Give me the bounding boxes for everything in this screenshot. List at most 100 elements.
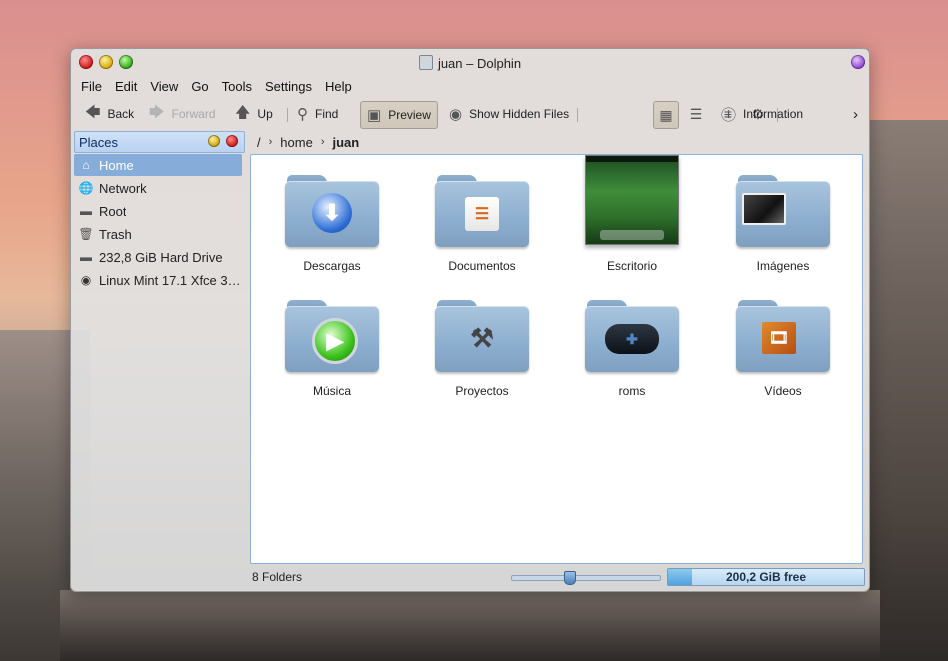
hidden-files-icon: ◉: [449, 106, 463, 123]
folder-item-documentos[interactable]: ☰ Documentos: [417, 155, 547, 273]
place-item-root[interactable]: ▬ Root: [74, 200, 242, 222]
place-item-linux-mint[interactable]: ◉ Linux Mint 17.1 Xfce 3…: [74, 269, 242, 291]
music-icon: ▶: [312, 318, 358, 364]
zoom-slider-handle[interactable]: [564, 571, 576, 585]
drive-icon: ▬: [80, 250, 92, 264]
tools-icon: ⚒: [470, 322, 494, 353]
free-space-text: 200,2 GiB free: [725, 570, 807, 584]
titlebar: juan – Dolphin: [71, 49, 869, 77]
window-menu-button[interactable]: [851, 55, 865, 69]
place-label: Linux Mint 17.1 Xfce 3…: [99, 272, 241, 288]
information-label: Information: [743, 107, 804, 121]
download-icon: ⬇: [312, 193, 352, 233]
find-label: Find: [315, 107, 339, 121]
information-button[interactable]: ⓘ Information: [721, 103, 803, 125]
place-label: Home: [99, 157, 134, 173]
forward-label: Forward: [171, 107, 216, 121]
toolbar-separator: [287, 108, 288, 122]
network-icon: 🌐: [78, 181, 94, 195]
toolbar-overflow-button[interactable]: ›: [853, 103, 858, 125]
chevron-right-icon[interactable]: ›: [269, 136, 273, 148]
places-close-button[interactable]: [226, 135, 238, 147]
folder-label: Imágenes: [756, 259, 810, 273]
folder-label: Proyectos: [455, 384, 509, 398]
gamepad-icon: ✚: [605, 324, 659, 354]
places-panel: Places ⌂ Home 🌐 Network ▬ Root 🗑 Trash ▬ 232,…: [74, 131, 245, 551]
folder-label: Documentos: [448, 259, 516, 273]
menu-settings[interactable]: Settings: [265, 79, 312, 97]
folder-label: Música: [312, 384, 351, 398]
places-title: Places: [79, 135, 119, 150]
desktop-preview: [585, 155, 679, 245]
menu-go[interactable]: Go: [191, 79, 208, 97]
arrow-left-icon: 🡄: [85, 103, 101, 121]
place-label: 232,8 GiB Hard Drive: [99, 249, 223, 265]
grid-icon: ▦: [659, 106, 673, 123]
forward-button[interactable]: 🡆 Forward: [149, 103, 216, 125]
arrow-up-icon: 🡅: [235, 103, 251, 121]
menu-edit[interactable]: Edit: [115, 79, 137, 97]
show-hidden-files-button[interactable]: ◉ Show Hidden Files: [449, 103, 569, 125]
place-label: Network: [99, 180, 147, 196]
breadcrumb-home[interactable]: home: [280, 135, 313, 150]
toolbar-separator: [577, 108, 578, 122]
folder-item-proyectos[interactable]: ⚒ Proyectos: [417, 280, 547, 398]
places-float-button[interactable]: [208, 135, 220, 147]
menubar: File Edit View Go Tools Settings Help: [81, 79, 365, 97]
find-button[interactable]: ⚲ Find: [297, 103, 338, 125]
folder-item-roms[interactable]: ✚ roms: [567, 280, 697, 398]
chevron-right-icon[interactable]: ›: [321, 136, 325, 148]
status-text: 8 Folders: [252, 570, 303, 584]
folder-label: Descargas: [303, 259, 361, 273]
places-header: Places: [74, 131, 245, 153]
back-label: Back: [107, 107, 135, 121]
folder-icon: ✚: [585, 300, 679, 374]
disc-icon: ◉: [80, 273, 92, 287]
place-item-hard-drive[interactable]: ▬ 232,8 GiB Hard Drive: [74, 246, 242, 268]
menu-help[interactable]: Help: [325, 79, 352, 97]
breadcrumb: / › home › juan: [257, 134, 359, 150]
breadcrumb-current[interactable]: juan: [333, 135, 360, 150]
documents-icon: ☰: [465, 197, 499, 231]
folder-icon: ⬇: [285, 175, 379, 249]
folder-view[interactable]: ⬇ Descargas ☰ Documentos Escritorio Imág…: [250, 154, 863, 564]
statusbar: 8 Folders 200,2 GiB free: [250, 567, 865, 587]
menu-view[interactable]: View: [150, 79, 178, 97]
chevron-right-icon: ›: [853, 105, 858, 123]
image-icon: ▣: [367, 107, 382, 124]
preview-button[interactable]: ▣ Preview: [360, 101, 438, 129]
place-item-home[interactable]: ⌂ Home: [74, 154, 242, 176]
folder-icon: ▶: [285, 300, 379, 374]
place-item-network[interactable]: 🌐 Network: [74, 177, 242, 199]
folder-item-videos[interactable]: 🎞 Vídeos: [718, 280, 848, 398]
folder-icon: [736, 175, 830, 249]
background-cliff-bottom: [60, 590, 880, 661]
info-icon: ⓘ: [721, 106, 737, 124]
folder-label: Vídeos: [764, 384, 802, 398]
preview-label: Preview: [388, 108, 431, 122]
folder-icon: 🎞: [736, 300, 830, 374]
up-button[interactable]: 🡅 Up: [235, 103, 273, 125]
back-button[interactable]: 🡄 Back: [85, 103, 134, 125]
show-hidden-label: Show Hidden Files: [469, 107, 570, 121]
folder-item-escritorio[interactable]: Escritorio: [567, 155, 697, 273]
background-cliff-right: [868, 120, 948, 661]
icons-view-button[interactable]: ▦: [653, 101, 679, 129]
place-item-trash[interactable]: 🗑 Trash: [74, 223, 242, 245]
place-label: Root: [99, 203, 127, 219]
folder-item-musica[interactable]: ▶ Música: [267, 280, 397, 398]
compact-view-button[interactable]: ☰: [683, 101, 709, 127]
folder-label: Escritorio: [606, 259, 657, 273]
folder-icon: ⚒: [435, 300, 529, 374]
menu-file[interactable]: File: [81, 79, 102, 97]
folder-item-imagenes[interactable]: Imágenes: [718, 155, 848, 273]
menu-tools[interactable]: Tools: [222, 79, 252, 97]
folder-icon: ☰: [435, 175, 529, 249]
breadcrumb-root[interactable]: /: [257, 135, 261, 150]
compact-list-icon: ☰: [689, 105, 703, 122]
free-space-indicator: 200,2 GiB free: [667, 568, 865, 586]
folder-item-descargas[interactable]: ⬇ Descargas: [267, 155, 397, 273]
zoom-slider[interactable]: [511, 571, 661, 585]
dolphin-app-icon: [418, 55, 433, 70]
up-label: Up: [257, 107, 273, 121]
